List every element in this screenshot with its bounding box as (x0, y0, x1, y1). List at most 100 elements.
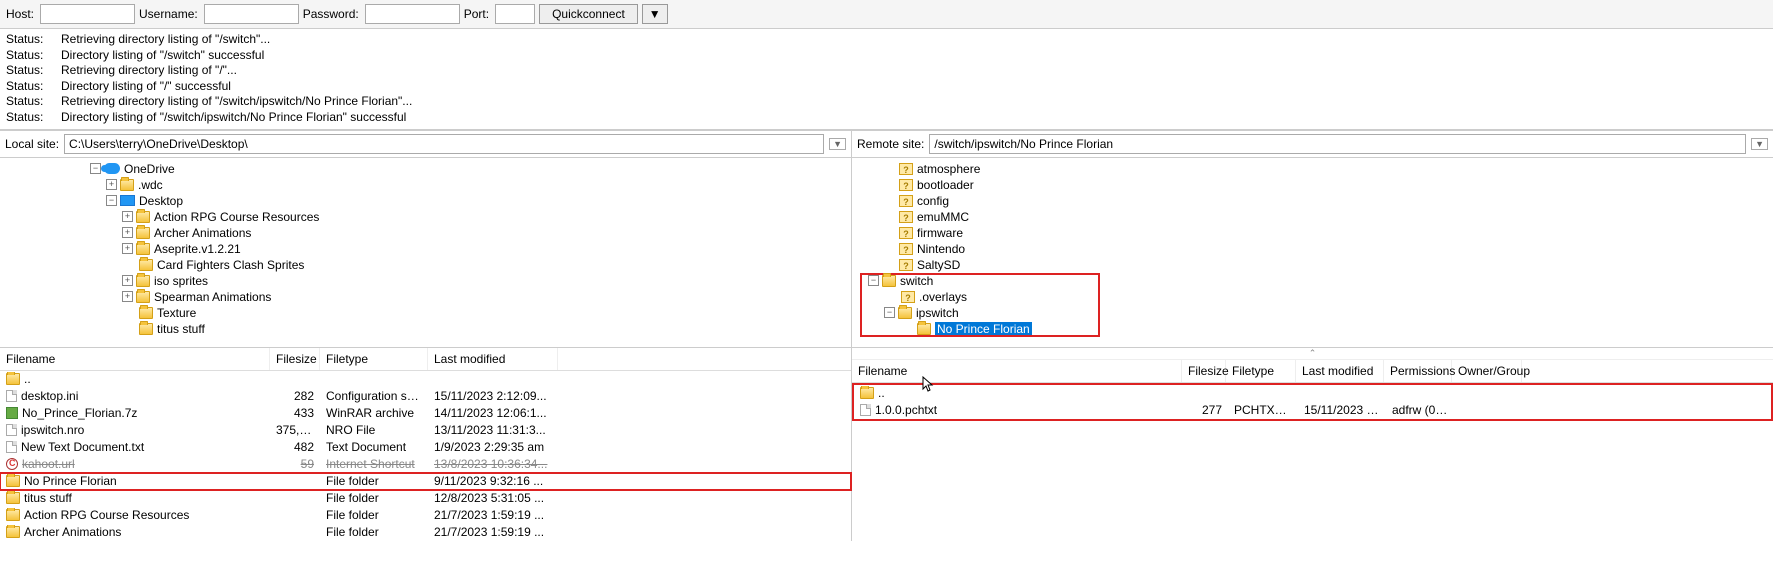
log-message: Retrieving directory listing of "/"... (61, 63, 237, 79)
collapse-icon[interactable]: − (90, 163, 101, 174)
folder-icon (6, 475, 20, 487)
remote-site-label: Remote site: (857, 137, 924, 151)
collapse-icon[interactable]: − (106, 195, 117, 206)
tree-item[interactable]: titus stuff (0, 321, 851, 337)
tree-item[interactable]: +iso sprites (0, 273, 851, 289)
tree-label: No Prince Florian (935, 322, 1032, 336)
tree-item[interactable]: +Spearman Animations (0, 289, 851, 305)
remote-file-header: Filename Filesize Filetype Last modified… (852, 360, 1773, 383)
tree-item[interactable]: Card Fighters Clash Sprites (0, 257, 851, 273)
file-row[interactable]: No Prince FlorianFile folder9/11/2023 9:… (0, 473, 851, 490)
col-filename[interactable]: Filename (0, 348, 270, 370)
tree-item[interactable]: + Action RPG Course Resources (0, 209, 851, 225)
tree-label: Desktop (139, 194, 183, 208)
tree-item[interactable]: ?SaltySD (852, 257, 1773, 273)
local-path-dropdown[interactable]: ▼ (829, 138, 846, 150)
local-site-label: Local site: (5, 137, 59, 151)
tree-item[interactable]: ? config (852, 193, 1773, 209)
tree-item[interactable]: Texture (0, 305, 851, 321)
remote-path-dropdown[interactable]: ▼ (1751, 138, 1768, 150)
file-name: 1.0.0.pchtxt (875, 403, 937, 417)
tree-item[interactable]: ?atmosphere (852, 161, 1773, 177)
log-message: Directory listing of "/switch" successfu… (61, 48, 264, 64)
col-filesize[interactable]: Filesize (270, 348, 320, 370)
expand-icon[interactable]: + (106, 179, 117, 190)
log-entry: Status:Retrieving directory listing of "… (6, 63, 1767, 79)
expand-icon[interactable]: + (122, 211, 133, 222)
file-row[interactable]: Archer AnimationsFile folder21/7/2023 1:… (0, 524, 851, 541)
col-filename[interactable]: Filename (852, 360, 1182, 382)
tree-label: emuMMC (917, 210, 969, 224)
tree-label: switch (900, 274, 933, 288)
file-modified: 21/7/2023 1:59:19 ... (428, 508, 558, 522)
col-permissions[interactable]: Permissions (1384, 360, 1452, 382)
file-row[interactable]: ipswitch.nro375,700NRO File13/11/2023 11… (0, 422, 851, 439)
file-row[interactable]: titus stuffFile folder12/8/2023 5:31:05 … (0, 490, 851, 507)
col-filetype[interactable]: Filetype (1226, 360, 1296, 382)
expand-icon[interactable]: + (122, 275, 133, 286)
password-input[interactable] (365, 4, 460, 24)
col-lastmod[interactable]: Last modified (1296, 360, 1384, 382)
tree-item[interactable]: +Aseprite.v1.2.21 (0, 241, 851, 257)
log-label: Status: (6, 94, 61, 110)
tree-item[interactable]: ?bootloader (852, 177, 1773, 193)
tree-item[interactable]: +Archer Animations (0, 225, 851, 241)
local-tree[interactable]: −OneDrive+.wdc − Desktop + Action RPG Course… (0, 158, 851, 348)
file-row[interactable]: kahoot.url59Internet Shortcut13/8/2023 1… (0, 456, 851, 473)
tree-item[interactable]: ?.overlays (852, 289, 1773, 305)
log-message: Retrieving directory listing of "/switch… (61, 32, 270, 48)
file-size: 282 (270, 389, 320, 403)
tree-item[interactable]: ?firmware (852, 225, 1773, 241)
file-row[interactable]: desktop.ini282Configuration setti...15/1… (0, 388, 851, 405)
tree-label: config (917, 194, 949, 208)
file-type: File folder (320, 474, 428, 488)
file-type: Text Document (320, 440, 428, 454)
tree-label: Action RPG Course Resources (154, 210, 319, 224)
splitter-grip[interactable]: ⌃ (852, 348, 1773, 360)
folder-icon (6, 492, 20, 504)
file-row[interactable]: .. (0, 371, 851, 388)
local-path-input[interactable] (64, 134, 824, 154)
file-row[interactable]: New Text Document.txt482Text Document1/9… (0, 439, 851, 456)
log-label: Status: (6, 32, 61, 48)
col-filesize[interactable]: Filesize (1182, 360, 1226, 382)
quickconnect-button[interactable]: Quickconnect (539, 4, 638, 24)
file-row[interactable]: .. (854, 385, 1771, 402)
folder-icon (6, 526, 20, 538)
expand-icon[interactable]: + (122, 227, 133, 238)
quickconnect-dropdown[interactable]: ▼ (642, 4, 668, 24)
col-lastmod[interactable]: Last modified (428, 348, 558, 370)
collapse-icon[interactable]: − (884, 307, 895, 318)
file-type: File folder (320, 491, 428, 505)
collapse-icon[interactable]: − (868, 275, 879, 286)
tree-label: SaltySD (917, 258, 960, 272)
file-row[interactable]: No_Prince_Florian.7z433WinRAR archive14/… (0, 405, 851, 422)
tree-item[interactable]: −OneDrive (0, 161, 851, 177)
remote-path-input[interactable] (929, 134, 1746, 154)
port-input[interactable] (495, 4, 535, 24)
tree-item[interactable]: No Prince Florian (852, 321, 1773, 337)
file-row[interactable]: Action RPG Course ResourcesFile folder21… (0, 507, 851, 524)
remote-tree[interactable]: ?atmosphere?bootloader? config?emuMMC?fir… (852, 158, 1773, 348)
file-type: PCHTXT File (1228, 403, 1298, 417)
tree-item[interactable]: ?emuMMC (852, 209, 1773, 225)
tree-item[interactable]: − Desktop (0, 193, 851, 209)
col-ownergroup[interactable]: Owner/Group (1452, 360, 1522, 382)
unknown-folder-icon: ? (899, 195, 913, 207)
expand-icon[interactable]: + (122, 291, 133, 302)
tree-item[interactable]: −ipswitch (852, 305, 1773, 321)
log-label: Status: (6, 79, 61, 95)
host-input[interactable] (40, 4, 135, 24)
col-filetype[interactable]: Filetype (320, 348, 428, 370)
username-input[interactable] (204, 4, 299, 24)
file-type: File folder (320, 508, 428, 522)
file-row[interactable]: 1.0.0.pchtxt277PCHTXT File15/11/2023 8:5… (854, 402, 1771, 419)
file-modified: 14/11/2023 12:06:1... (428, 406, 558, 420)
tree-item[interactable]: − switch (852, 273, 1773, 289)
tree-item[interactable]: +.wdc (0, 177, 851, 193)
log-entry: Status:Directory listing of "/" successf… (6, 79, 1767, 95)
file-permissions: adfrw (0666) (1386, 403, 1454, 417)
expand-icon[interactable]: + (122, 243, 133, 254)
log-entry: Status:Retrieving directory listing of "… (6, 94, 1767, 110)
tree-item[interactable]: ?Nintendo (852, 241, 1773, 257)
